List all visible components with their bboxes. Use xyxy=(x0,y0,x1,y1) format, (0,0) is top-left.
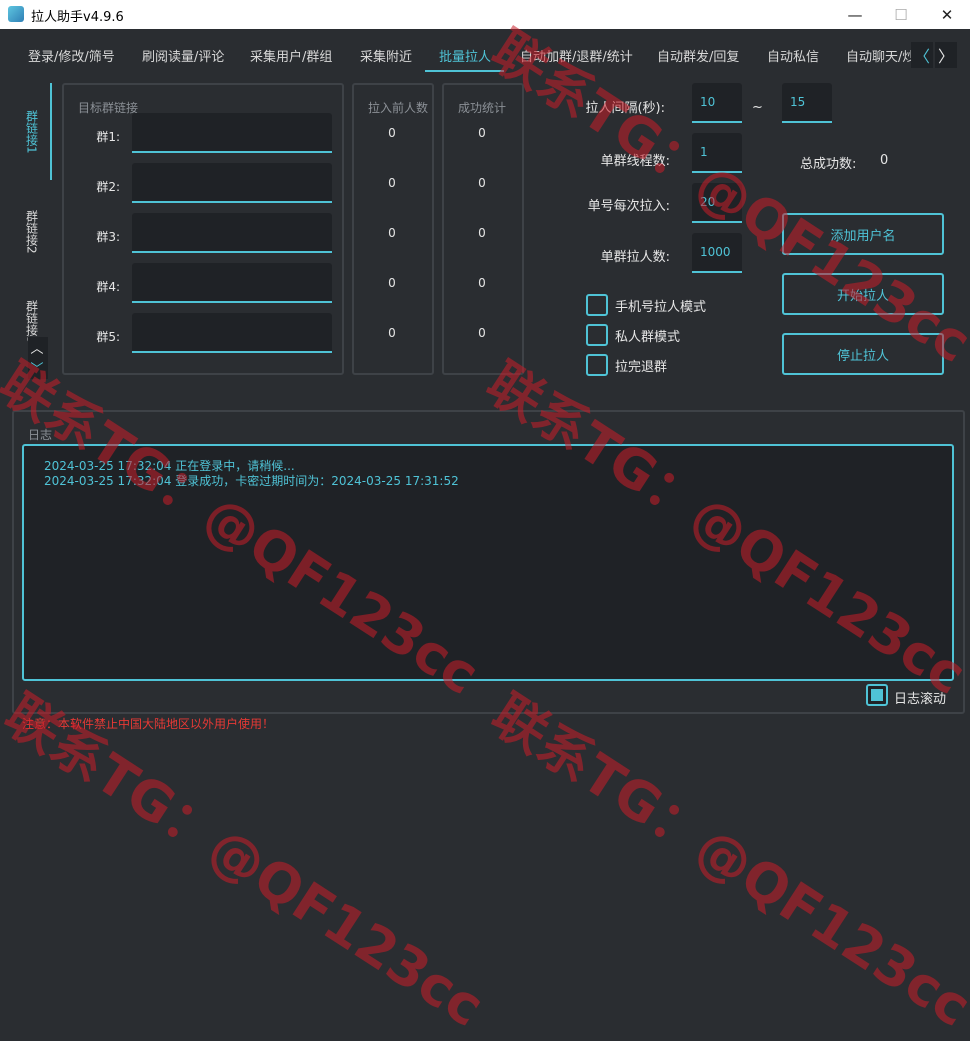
start-invite-button[interactable]: 开始拉人 xyxy=(782,273,944,315)
tab-collect-users[interactable]: 采集用户/群组 xyxy=(250,46,332,65)
side-tab-scroller: 〈 〉 xyxy=(27,337,49,379)
side-tab-link-2[interactable]: 群链接2 xyxy=(14,184,50,280)
total-success-value: 0 xyxy=(880,153,889,168)
before-count-title: 拉入前人数 xyxy=(368,101,429,115)
main-tab-bar: 登录/修改/筛号 刷阅读量/评论 采集用户/群组 采集附近 批量拉人 自动加群/… xyxy=(0,30,970,74)
watermark-text: 联系TG：@QF123cc xyxy=(480,682,970,1039)
interval-min-input[interactable]: 10 xyxy=(692,83,742,123)
threads-label: 单群线程数: xyxy=(600,154,670,169)
group-4-input[interactable] xyxy=(132,263,332,303)
success-stats-title: 成功统计 xyxy=(458,101,507,115)
group-2-label: 群2: xyxy=(96,180,120,194)
per-group-label: 单群拉人数: xyxy=(600,250,670,265)
private-group-label: 私人群模式 xyxy=(615,330,681,345)
phone-mode-checkbox[interactable] xyxy=(586,294,608,316)
stop-invite-button[interactable]: 停止拉人 xyxy=(782,333,944,375)
group-4-label: 群4: xyxy=(96,280,120,294)
interval-separator: ~ xyxy=(752,100,763,115)
tab-batch-invite[interactable]: 批量拉人 xyxy=(439,46,491,65)
group-5-label: 群5: xyxy=(96,330,120,344)
success-count-value: 0 xyxy=(478,176,486,190)
before-count-value: 0 xyxy=(388,126,396,140)
footer-warning: 注意：本软件禁止中国大陆地区以外用户使用！ xyxy=(22,717,275,731)
success-count-value: 0 xyxy=(478,326,486,340)
active-tab-indicator xyxy=(425,70,504,72)
before-count-value: 0 xyxy=(388,276,396,290)
interval-label: 拉人间隔(秒): xyxy=(585,101,665,116)
before-count-value: 0 xyxy=(388,226,396,240)
close-button[interactable]: ✕ xyxy=(924,0,970,29)
total-success-label: 总成功数: xyxy=(800,157,857,172)
add-users-button[interactable]: 添加用户名 xyxy=(782,213,944,255)
minimize-button[interactable]: — xyxy=(832,0,878,29)
success-count-value: 0 xyxy=(478,126,486,140)
interval-min-value: 10 xyxy=(700,95,716,109)
per-account-value: 20 xyxy=(700,195,716,209)
group-3-input[interactable] xyxy=(132,213,332,253)
app-icon xyxy=(8,6,24,22)
per-account-label: 单号每次拉入: xyxy=(587,199,670,214)
target-group-title: 目标群链接 xyxy=(78,101,139,115)
side-tab-up-icon[interactable]: 〈 xyxy=(28,337,48,359)
per-group-value: 1000 xyxy=(700,245,731,259)
maximize-button[interactable]: ☐ xyxy=(878,0,924,29)
tab-auto-dm[interactable]: 自动私信 xyxy=(767,46,819,65)
success-count-value: 0 xyxy=(478,226,486,240)
group-1-label: 群1: xyxy=(96,130,120,144)
tab-collect-nearby[interactable]: 采集附近 xyxy=(360,46,412,65)
phone-mode-label: 手机号拉人模式 xyxy=(615,300,707,315)
tab-login[interactable]: 登录/修改/筛号 xyxy=(28,46,115,65)
tab-scroll-left-icon[interactable]: 〈 xyxy=(911,42,933,68)
interval-max-value: 15 xyxy=(790,95,806,109)
leave-after-label: 拉完退群 xyxy=(615,360,668,375)
autoscroll-checkbox[interactable] xyxy=(866,684,888,706)
tab-auto-join[interactable]: 自动加群/退群/统计 xyxy=(520,46,633,65)
before-count-value: 0 xyxy=(388,176,396,190)
threads-input[interactable]: 1 xyxy=(692,133,742,173)
tab-auto-broadcast[interactable]: 自动群发/回复 xyxy=(657,46,739,65)
private-group-checkbox[interactable] xyxy=(586,324,608,346)
log-line: 2024-03-25 17:32:04 登录成功，卡密过期时间为：2024-03… xyxy=(44,474,459,488)
group-5-input[interactable] xyxy=(132,313,332,353)
window-title: 拉人助手v4.9.6 xyxy=(31,10,124,25)
tab-scroll-right-icon[interactable]: 〉 xyxy=(935,42,957,68)
group-1-input[interactable] xyxy=(132,113,332,153)
group-2-input[interactable] xyxy=(132,163,332,203)
leave-after-checkbox[interactable] xyxy=(586,354,608,376)
per-account-input[interactable]: 20 xyxy=(692,183,742,223)
autoscroll-label: 日志滚动 xyxy=(894,692,947,707)
threads-value: 1 xyxy=(700,145,708,159)
before-count-value: 0 xyxy=(388,326,396,340)
active-side-tab-indicator xyxy=(50,83,52,180)
log-textarea[interactable]: 2024-03-25 17:32:04 正在登录中，请稍候... 2024-03… xyxy=(22,444,954,681)
log-line: 2024-03-25 17:32:04 正在登录中，请稍候... xyxy=(44,459,295,473)
group-3-label: 群3: xyxy=(96,230,120,244)
log-title: 日志 xyxy=(28,428,53,442)
tab-read-count[interactable]: 刷阅读量/评论 xyxy=(142,46,224,65)
title-bar: 拉人助手v4.9.6 — ☐ ✕ xyxy=(0,0,970,29)
side-tab-link-1[interactable]: 群链接1 xyxy=(14,84,50,180)
side-tab-down-icon[interactable]: 〉 xyxy=(28,357,48,379)
tab-auto-chat[interactable]: 自动聊天/炒 xyxy=(846,46,915,65)
interval-max-input[interactable]: 15 xyxy=(782,83,832,123)
per-group-input[interactable]: 1000 xyxy=(692,233,742,273)
success-count-value: 0 xyxy=(478,276,486,290)
